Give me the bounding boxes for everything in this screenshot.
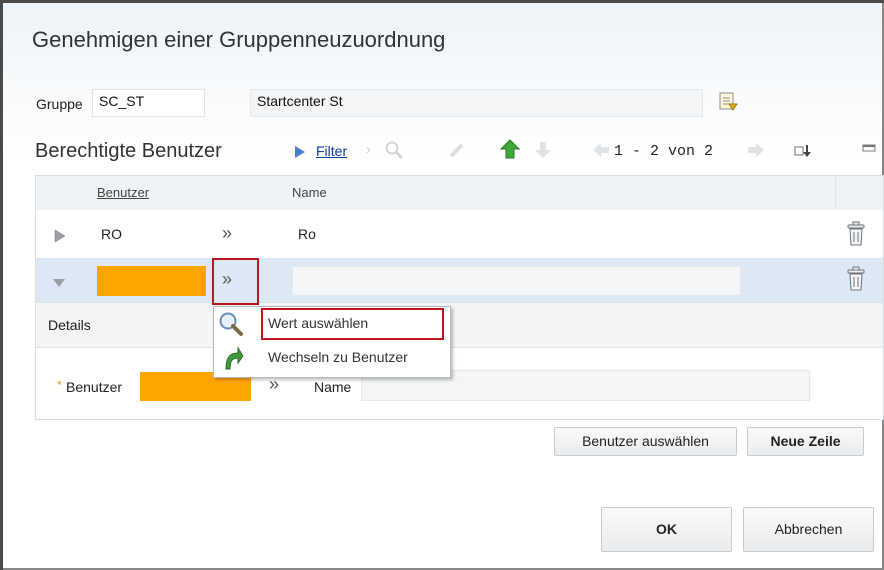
cancel-button[interactable]: Abbrechen — [743, 507, 874, 552]
go-to-arrow-icon — [225, 346, 244, 370]
details-user-label: Benutzer — [66, 379, 123, 395]
pager-text: 1 - 2 von 2 — [614, 143, 714, 160]
minimize-table-icon[interactable] — [862, 143, 876, 153]
arrow-up-icon[interactable] — [500, 138, 520, 160]
menu-item-go-to-user[interactable]: Wechseln zu Benutzer — [268, 349, 408, 365]
approve-group-reassignment-dialog: Genehmigen einer Gruppenneuzuordnung Gru… — [0, 0, 884, 570]
detail-menu-icon[interactable] — [717, 90, 739, 114]
delete-row-icon[interactable] — [846, 266, 866, 292]
magnifier-icon — [219, 312, 243, 336]
details-section-header: Details — [36, 302, 883, 348]
search-icon — [385, 141, 404, 160]
required-marker: * — [57, 378, 62, 392]
column-header-user[interactable]: Benutzer — [97, 185, 149, 200]
table-header: Benutzer Name — [36, 176, 883, 211]
previous-page-icon — [593, 143, 609, 157]
table-row[interactable]: » — [36, 258, 883, 302]
details-title: Details — [48, 317, 91, 333]
filter-link[interactable]: Filter — [316, 143, 347, 159]
users-table: Benutzer Name RO » Ro » Details * Benutz… — [35, 175, 884, 420]
select-value-icon[interactable]: » — [222, 223, 232, 244]
group-description: Startcenter St — [257, 93, 343, 109]
next-page-icon — [748, 143, 764, 157]
row-user-value: RO — [101, 226, 122, 242]
arrow-down-icon — [535, 142, 551, 158]
clear-filter-icon — [449, 143, 464, 158]
row-name-value: Ro — [298, 226, 316, 242]
details-name-label: Name — [314, 379, 352, 395]
row-name-field — [292, 266, 741, 296]
dialog-title: Genehmigen einer Gruppenneuzuordnung — [32, 27, 446, 52]
group-label: Gruppe — [36, 96, 83, 112]
highlight-outline — [212, 258, 259, 305]
filter-toggle-icon[interactable] — [294, 145, 306, 159]
select-users-button[interactable]: Benutzer auswählen — [554, 427, 737, 456]
table-row[interactable]: RO » Ro — [36, 210, 883, 259]
group-description-field: Startcenter St — [250, 89, 703, 117]
ok-button[interactable]: OK — [601, 507, 732, 552]
group-field[interactable]: SC_ST — [92, 89, 205, 117]
download-icon[interactable] — [794, 144, 812, 158]
new-row-button[interactable]: Neue Zeile — [747, 427, 864, 456]
menu-item-highlight-outline — [261, 308, 444, 340]
expand-row-icon[interactable] — [54, 229, 66, 243]
collapse-row-icon[interactable] — [52, 278, 66, 288]
delete-row-icon[interactable] — [846, 221, 866, 247]
column-header-name: Name — [292, 185, 327, 200]
filter-chevron-icon: › — [366, 141, 371, 157]
section-title: Berechtigte Benutzer — [35, 140, 222, 162]
row-user-field[interactable] — [97, 266, 206, 296]
group-value: SC_ST — [99, 93, 145, 109]
